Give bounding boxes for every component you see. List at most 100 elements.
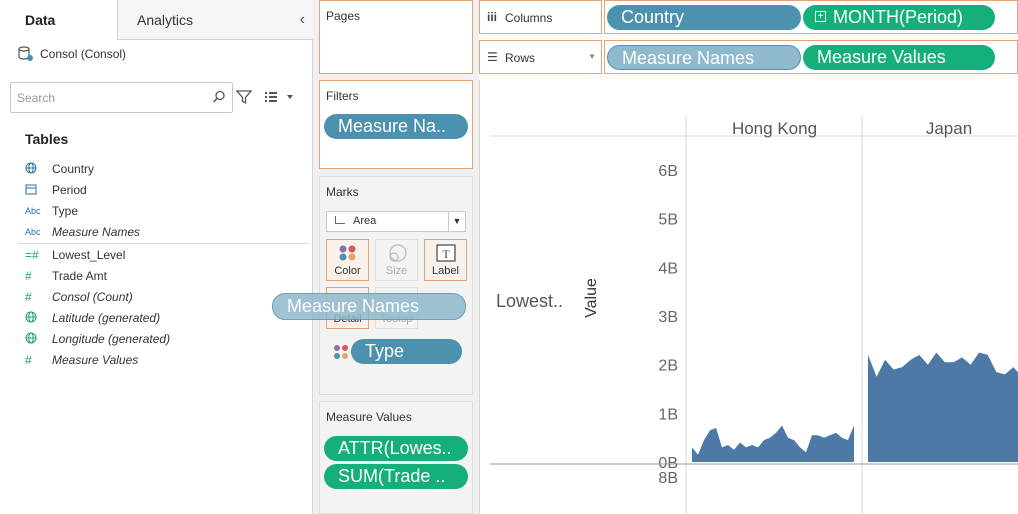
columns-pill-country[interactable]: Country: [607, 5, 801, 30]
field-label: Country: [52, 162, 95, 176]
expand-icon: +: [815, 11, 826, 22]
tab-data[interactable]: Data: [0, 0, 118, 40]
filter-icon[interactable]: [236, 89, 252, 105]
field-trade-amt[interactable]: # Trade Amt: [25, 266, 107, 286]
chevron-down-icon[interactable]: ▼: [588, 52, 596, 61]
measure-values-title: Measure Values: [326, 410, 412, 424]
field-measure-values[interactable]: # Measure Values: [25, 350, 138, 370]
rows-shelf[interactable]: Measure Names Measure Values: [604, 40, 1018, 74]
tab-analytics[interactable]: Analytics ‹: [118, 0, 313, 40]
mv-pill-sum-trade[interactable]: SUM(Trade ..: [324, 464, 468, 489]
color-encoding-icon: [334, 345, 348, 359]
field-label: Period: [52, 183, 87, 197]
viz-canvas[interactable]: Hong Kong Japan Lowest.. Value 6B 5B 4B 3B 2B 1B 0…: [479, 80, 1018, 514]
hash-icon: #: [25, 269, 32, 283]
field-country[interactable]: Country: [25, 159, 94, 179]
field-consol-count[interactable]: # Consol (Count): [25, 287, 133, 307]
chevron-down-icon[interactable]: ▼: [448, 212, 465, 231]
datasource-item[interactable]: Consol (Consol): [17, 45, 126, 62]
y-axis-title: Value: [583, 278, 600, 318]
y-tick-label: 2B: [658, 358, 678, 375]
column-header: Hong Kong: [732, 119, 817, 138]
svg-text:T: T: [442, 247, 450, 261]
database-icon: [18, 46, 33, 61]
field-label: Lowest_Level: [52, 248, 126, 262]
rows-pill-measure-values[interactable]: Measure Values: [803, 45, 995, 70]
dragging-measure-names-pill[interactable]: Measure Names: [272, 293, 466, 320]
mv-pill-attr-lowest[interactable]: ATTR(Lowes..: [324, 436, 468, 461]
y-tick-label: 1B: [658, 406, 678, 423]
dimensions-measures-divider: [18, 243, 308, 244]
columns-shelf[interactable]: Country + MONTH(Period): [604, 0, 1018, 34]
field-label: Latitude (generated): [52, 311, 161, 325]
filters-title: Filters: [326, 89, 359, 103]
column-header: Japan: [926, 119, 972, 138]
color-icon: [339, 245, 356, 261]
measure-values-card: Measure Values ATTR(Lowes.. SUM(Trade ..: [319, 401, 473, 514]
columns-label: Columns: [505, 11, 553, 25]
color-button[interactable]: Color: [326, 239, 369, 281]
mark-type-select[interactable]: Area ▼: [326, 211, 466, 232]
field-label: Measure Values: [52, 353, 139, 367]
field-type[interactable]: Abc Type: [25, 201, 78, 221]
tables-heading: Tables: [25, 131, 69, 147]
mark-type-value: Area: [353, 215, 377, 227]
size-label: Size: [385, 265, 408, 277]
area-chart-icon: [335, 216, 345, 224]
y-tick-label: 4B: [658, 260, 678, 277]
globe-icon: [25, 311, 45, 326]
pages-card[interactable]: Pages: [319, 0, 473, 74]
columns-icon: iii: [487, 10, 498, 24]
data-pane: Data Analytics ‹ Consol (Consol) Tables …: [0, 0, 313, 514]
label-label: Label: [432, 265, 459, 277]
area-series-japan: [868, 352, 1018, 462]
marks-title: Marks: [326, 185, 359, 199]
columns-pill-month-label: MONTH(Period): [833, 7, 964, 27]
y-tick-label: 5B: [658, 212, 678, 229]
field-label: Type: [52, 204, 79, 218]
view-list-icon[interactable]: [264, 90, 294, 104]
rows-pill-measure-names[interactable]: Measure Names: [607, 45, 801, 70]
field-measure-names[interactable]: Abc Measure Names: [25, 222, 140, 242]
next-pane-tick-label: 8B: [658, 470, 678, 487]
search-icon[interactable]: [212, 90, 226, 104]
hash-icon: #: [25, 290, 32, 304]
field-label: Measure Names: [52, 225, 141, 239]
size-icon: [389, 244, 407, 262]
collapse-pane-icon[interactable]: ‹: [300, 0, 305, 40]
hash-icon: #: [25, 353, 32, 367]
globe-icon: [25, 162, 45, 176]
area-chart: Hong Kong JapanLowest.. Value6B5B4B3B2B1B0…: [490, 116, 1018, 514]
field-period[interactable]: Period: [25, 180, 87, 200]
calendar-icon: [25, 183, 45, 197]
area-series-hong-kong: [692, 425, 854, 462]
field-longitude[interactable]: Longitude (generated): [25, 329, 170, 349]
abc-icon: Abc: [25, 206, 41, 216]
row-header: Lowest..: [496, 291, 563, 311]
rows-shelf-label: ☰ Rows ▼: [479, 40, 602, 74]
field-latitude[interactable]: Latitude (generated): [25, 308, 160, 328]
type-color-pill[interactable]: Type: [351, 339, 462, 364]
y-tick-label: 3B: [658, 309, 678, 326]
field-label: Trade Amt: [52, 269, 107, 283]
marks-card: Marks Area ▼ Color Size T Label Detail T…: [319, 176, 473, 395]
globe-icon: [25, 332, 45, 347]
columns-pill-month-period[interactable]: + MONTH(Period): [803, 5, 995, 30]
search-box[interactable]: [10, 82, 233, 113]
datasource-label: Consol (Consol): [40, 46, 127, 61]
search-input[interactable]: [17, 89, 207, 107]
field-label: Longitude (generated): [52, 332, 171, 346]
abc-icon: Abc: [25, 227, 41, 237]
hash-icon: =#: [25, 248, 39, 262]
label-button[interactable]: T Label: [424, 239, 467, 281]
field-label: Consol (Count): [52, 290, 133, 304]
filter-pill-measure-names[interactable]: Measure Na..: [324, 114, 468, 139]
color-label: Color: [334, 265, 361, 277]
filters-card[interactable]: Filters Measure Na..: [319, 80, 473, 169]
field-lowest-level[interactable]: =# Lowest_Level: [25, 245, 125, 265]
tab-analytics-label: Analytics: [137, 12, 194, 28]
rows-label: Rows: [505, 51, 536, 65]
y-tick-label: 6B: [658, 163, 678, 180]
columns-shelf-label: iii Columns: [479, 0, 602, 34]
size-button[interactable]: Size: [375, 239, 418, 281]
